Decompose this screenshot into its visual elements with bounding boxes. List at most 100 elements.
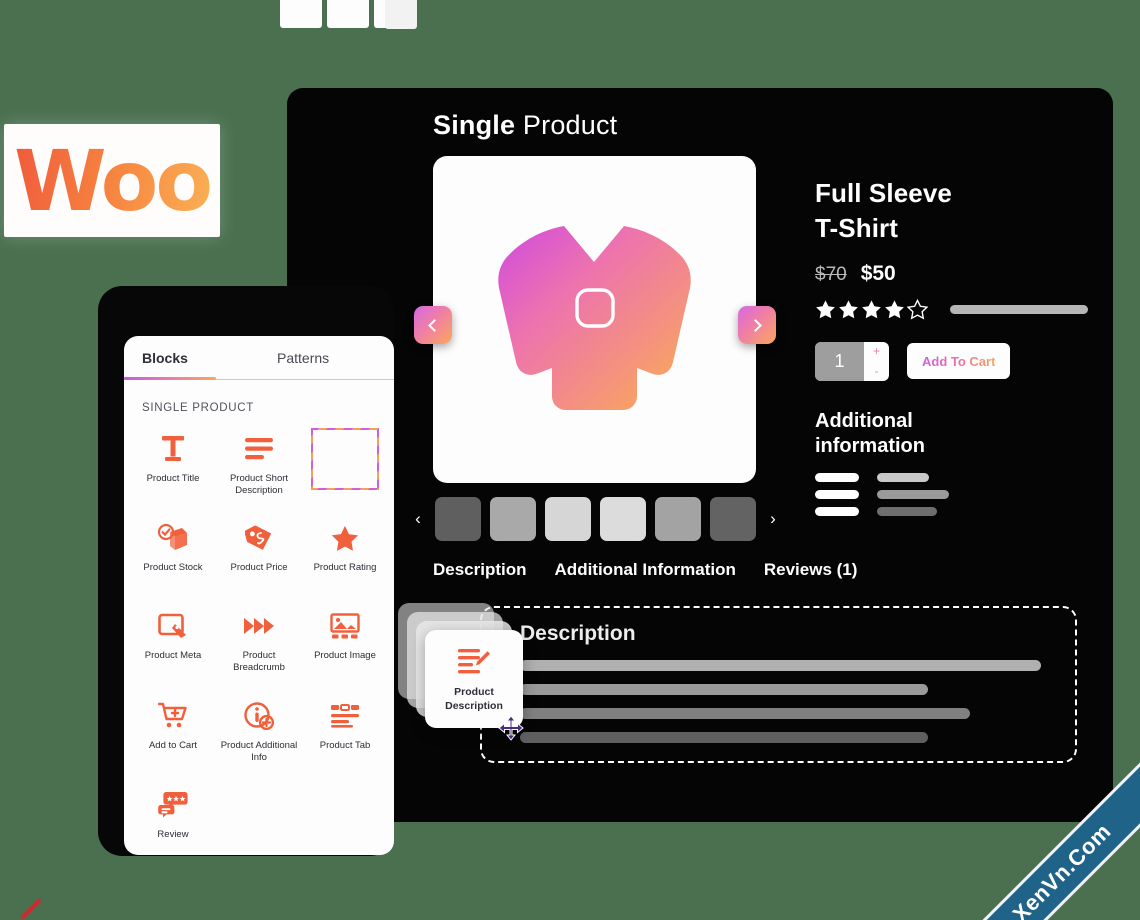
star-filled-icon[interactable]	[861, 299, 882, 320]
block-item-product-price[interactable]: Product Price	[216, 513, 302, 591]
quantity-decrement-button[interactable]: -	[864, 361, 889, 381]
block-item-review[interactable]: Review	[130, 780, 216, 855]
shirt-illustration	[433, 156, 756, 483]
quantity-stepper[interactable]: 1 + -	[815, 341, 889, 381]
block-grid: Product Title Product Short Description Pr…	[124, 418, 394, 855]
product-image-prev-button[interactable]	[414, 306, 452, 344]
tab-patterns[interactable]: Patterns	[259, 336, 394, 380]
triangles-icon	[243, 611, 275, 641]
tab-list-icon	[330, 701, 360, 731]
dragged-block-stack[interactable]: Product Description	[398, 603, 528, 741]
active-tab-indicator	[124, 377, 216, 380]
star-empty-icon[interactable]	[907, 298, 928, 320]
page-title: Single Product	[433, 110, 617, 141]
additional-information-heading-line-2: information	[815, 435, 925, 458]
page-title-regular: Product	[515, 110, 618, 140]
product-thumbnail-2[interactable]	[490, 497, 536, 541]
description-drop-zone[interactable]: Description	[480, 606, 1077, 763]
thumbnail-next-button[interactable]: ›	[765, 509, 781, 529]
product-price-old: $70	[815, 263, 847, 285]
additional-info-bar-right-2	[877, 489, 949, 499]
price-row: $70 $50	[815, 262, 1105, 286]
rating-placeholder-bar	[950, 304, 1088, 314]
block-item-empty-slot[interactable]	[302, 424, 388, 503]
product-thumbnail-4[interactable]	[600, 497, 646, 541]
rating-row	[815, 298, 1105, 320]
product-image-next-button[interactable]	[738, 306, 776, 344]
quantity-value[interactable]: 1	[815, 341, 864, 381]
star-filled-icon[interactable]	[884, 299, 905, 320]
product-description-icon	[457, 645, 491, 679]
woo-logo-card: Woo	[4, 124, 220, 237]
additional-information-heading: Additional information	[815, 409, 1105, 460]
tab-blocks[interactable]: Blocks	[124, 336, 259, 380]
image-icon	[330, 611, 360, 641]
product-title-line-1: Full Sleeve	[815, 178, 952, 208]
add-to-cart-button[interactable]: Add To Cart	[907, 343, 1011, 380]
screenshot-root: Woo Single Product Full Sleeve T-Shirt $…	[0, 0, 1140, 920]
block-item-label: Product Price	[230, 562, 288, 574]
meta-tag-icon	[158, 611, 188, 641]
watermark-accent-dash	[20, 898, 42, 920]
dragged-block-label-line-2: Description	[445, 699, 503, 712]
block-item-product-tab[interactable]: Product Tab	[302, 691, 388, 770]
block-item-add-to-cart[interactable]: Add to Cart	[130, 691, 216, 770]
product-price-current: $50	[860, 261, 896, 285]
block-item-product-breadcrumb[interactable]: Product Breadcrumb	[216, 601, 302, 680]
page-title-bold: Single	[433, 110, 516, 140]
star-icon	[331, 523, 359, 553]
thumbnail-prev-button[interactable]: ‹	[410, 509, 426, 529]
tab-description[interactable]: Description	[433, 560, 527, 580]
additional-info-bars-right	[877, 472, 949, 516]
star-filled-icon[interactable]	[815, 299, 836, 320]
block-item-label: Product Short Description	[229, 473, 289, 497]
product-title: Full Sleeve T-Shirt	[815, 176, 1105, 246]
sweatshirt-icon	[498, 225, 691, 410]
description-heading: Description	[520, 622, 636, 645]
product-thumbnail-5[interactable]	[655, 497, 701, 541]
block-item-product-title[interactable]: Product Title	[130, 424, 216, 503]
description-line-4	[520, 732, 928, 743]
additional-info-bar-left-1	[815, 472, 859, 482]
top-card-2	[327, 0, 369, 28]
chevron-right-icon	[749, 318, 762, 332]
product-thumbnail-1[interactable]	[435, 497, 481, 541]
inserter-tabs: Blocks Patterns	[124, 336, 394, 380]
block-item-product-rating[interactable]: Product Rating	[302, 513, 388, 591]
tab-reviews[interactable]: Reviews (1)	[764, 560, 858, 580]
product-thumbnail-6[interactable]	[710, 497, 756, 541]
block-item-label: Product Title	[146, 473, 200, 484]
add-to-cart-label: Add To Cart	[922, 353, 996, 369]
block-item-product-short-description[interactable]: Product Short Description	[216, 424, 302, 503]
dragged-block-label-line-1: Product	[454, 686, 494, 699]
additional-info-bar-left-3	[815, 506, 859, 516]
tab-additional-information[interactable]: Additional Information	[555, 560, 736, 580]
box-check-icon	[158, 523, 188, 553]
product-info-column: Full Sleeve T-Shirt $70 $50 1 + - Add To…	[815, 176, 1105, 516]
star-filled-icon[interactable]	[838, 299, 859, 320]
quantity-increment-button[interactable]: +	[864, 342, 889, 362]
block-item-product-image[interactable]: Product Image	[302, 601, 388, 680]
additional-information-placeholder-bars	[815, 472, 1105, 516]
woo-logo-text: Woo	[13, 131, 213, 230]
block-item-label: Add to Cart	[148, 739, 198, 751]
block-item-product-stock[interactable]: Product Stock	[130, 513, 216, 591]
description-placeholder-lines	[520, 660, 1041, 743]
product-thumbnail-3[interactable]	[545, 497, 591, 541]
product-thumbnail-strip: ‹ ›	[410, 496, 800, 542]
watermark-text: XenVn.Com	[1007, 818, 1116, 920]
product-tabs: Description Additional Information Revie…	[433, 560, 857, 580]
dragged-block-label: Product Description	[445, 686, 503, 712]
additional-info-bars-left	[815, 472, 859, 516]
block-item-product-meta[interactable]: Product Meta	[130, 601, 216, 680]
dragged-product-description-block[interactable]: Product Description	[425, 630, 523, 728]
block-item-product-additional-info[interactable]: Product Additional Info	[216, 691, 302, 770]
product-title-line-2: T-Shirt	[815, 212, 899, 243]
info-plus-icon	[244, 701, 274, 731]
product-rating-stars[interactable]	[815, 298, 928, 320]
block-item-label: Product Breadcrumb	[233, 650, 285, 674]
review-bubble-icon	[158, 790, 188, 820]
empty-drop-placeholder[interactable]	[311, 428, 379, 490]
chevron-left-icon	[428, 318, 441, 332]
additional-info-bar-right-1	[877, 472, 929, 482]
